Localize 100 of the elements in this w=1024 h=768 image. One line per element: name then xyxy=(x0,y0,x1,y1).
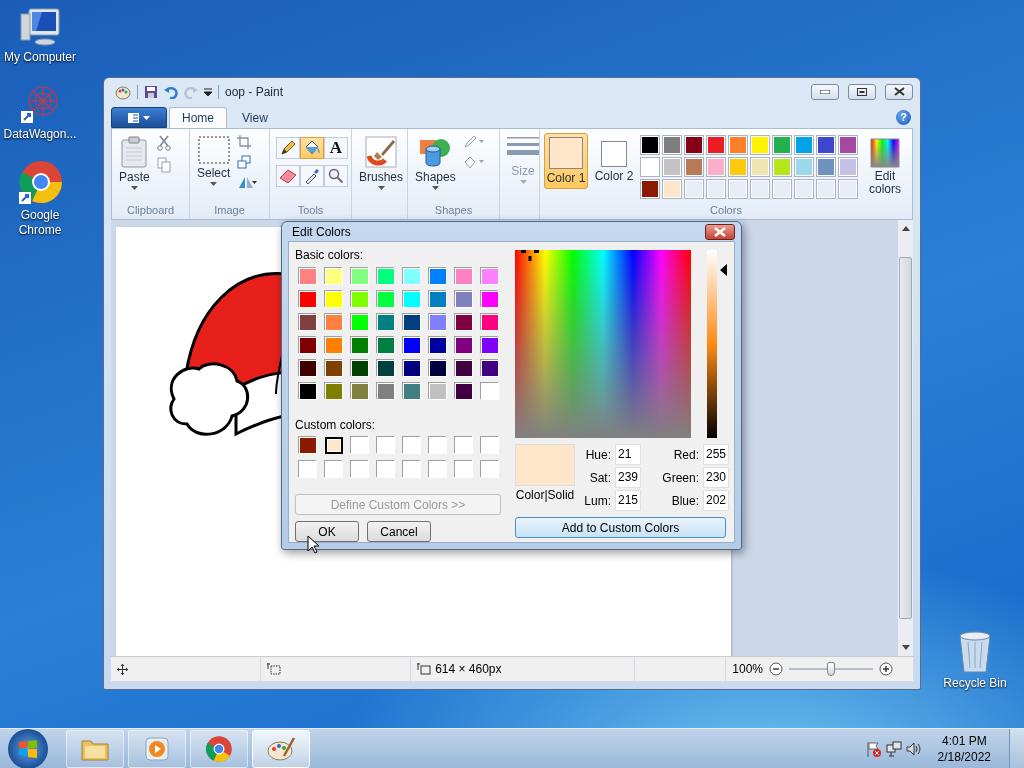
input-field[interactable]: 230 xyxy=(703,467,729,488)
desktop-icon-label[interactable]: Recycle Bin xyxy=(938,676,1012,691)
chrome-taskbar-button[interactable] xyxy=(190,729,248,768)
brushes-button[interactable]: Brushes xyxy=(356,133,407,193)
maximize-button[interactable] xyxy=(848,83,876,100)
dropdown-caret-icon[interactable] xyxy=(204,87,212,96)
basic-color-swatch[interactable] xyxy=(481,360,499,377)
chrome-icon[interactable] xyxy=(17,160,63,206)
explorer-taskbar-button[interactable] xyxy=(66,729,124,768)
basic-color-swatch[interactable] xyxy=(351,337,369,354)
basic-color-swatch[interactable] xyxy=(455,337,473,354)
select-button[interactable]: Select xyxy=(194,133,234,189)
palette-swatch[interactable] xyxy=(728,157,748,177)
zoom-slider-thumb[interactable] xyxy=(827,662,835,676)
basic-color-swatch[interactable] xyxy=(299,314,317,331)
input-field[interactable]: 215 xyxy=(615,490,641,511)
palette-swatch[interactable] xyxy=(662,135,682,155)
empty-palette-slot[interactable] xyxy=(772,179,792,199)
basic-color-swatch[interactable] xyxy=(325,314,343,331)
basic-color-swatch[interactable] xyxy=(351,291,369,308)
basic-color-swatch[interactable] xyxy=(377,291,395,308)
basic-color-swatch[interactable] xyxy=(325,360,343,377)
start-button[interactable] xyxy=(8,728,48,768)
palette-swatch[interactable] xyxy=(706,157,726,177)
palette-swatch[interactable] xyxy=(772,157,792,177)
input-field[interactable]: 239 xyxy=(615,467,641,488)
basic-color-swatch[interactable] xyxy=(481,337,499,354)
basic-color-swatch[interactable] xyxy=(325,383,343,400)
empty-palette-slot[interactable] xyxy=(706,179,726,199)
save-icon[interactable] xyxy=(144,84,158,99)
basic-color-swatch[interactable] xyxy=(351,383,369,400)
luminosity-arrow-icon[interactable] xyxy=(720,263,727,276)
eraser-tool-button[interactable] xyxy=(276,165,300,187)
palette-swatch[interactable] xyxy=(640,179,660,199)
basic-color-swatch[interactable] xyxy=(429,314,447,331)
input-field[interactable]: 21 xyxy=(615,444,641,465)
basic-color-swatch[interactable] xyxy=(351,314,369,331)
basic-color-swatch[interactable] xyxy=(325,337,343,354)
basic-color-swatch[interactable] xyxy=(455,383,473,400)
palette-swatch[interactable] xyxy=(816,135,836,155)
basic-color-swatch[interactable] xyxy=(429,360,447,377)
close-button[interactable] xyxy=(885,83,913,100)
basic-color-swatch[interactable] xyxy=(351,360,369,377)
palette-swatch[interactable] xyxy=(794,157,814,177)
desktop-icon-label[interactable]: My Computer xyxy=(3,50,77,65)
flag-icon[interactable] xyxy=(865,740,882,757)
hue-saturation-spectrum[interactable] xyxy=(515,250,691,438)
empty-palette-slot[interactable] xyxy=(728,179,748,199)
scroll-down-icon[interactable] xyxy=(901,645,910,650)
palette-swatch[interactable] xyxy=(838,157,858,177)
palette-icon[interactable] xyxy=(115,83,131,100)
copy-icon[interactable] xyxy=(156,157,171,173)
basic-color-swatch[interactable] xyxy=(481,314,499,331)
basic-color-swatch[interactable] xyxy=(429,337,447,354)
crop-icon[interactable] xyxy=(237,135,252,149)
basic-color-swatch[interactable] xyxy=(403,291,421,308)
basic-color-swatch[interactable] xyxy=(455,291,473,308)
network-icon[interactable] xyxy=(885,740,902,757)
basic-color-swatch[interactable] xyxy=(377,337,395,354)
basic-color-swatch[interactable] xyxy=(481,383,499,400)
basic-color-swatch[interactable] xyxy=(403,383,421,400)
media-taskbar-button[interactable] xyxy=(128,729,186,768)
basic-color-swatch[interactable] xyxy=(429,268,447,285)
basic-color-swatch[interactable] xyxy=(299,268,317,285)
shapes-button[interactable]: Shapes xyxy=(412,133,459,193)
fill-tool-button[interactable] xyxy=(300,137,324,159)
basic-color-swatch[interactable] xyxy=(455,314,473,331)
basic-color-swatch[interactable] xyxy=(481,268,499,285)
palette-swatch[interactable] xyxy=(816,157,836,177)
custom-color-swatch[interactable] xyxy=(325,437,343,454)
desktop-icon-label[interactable]: Google Chrome xyxy=(3,208,77,238)
computer-icon[interactable] xyxy=(19,6,61,48)
outline-pen-icon[interactable] xyxy=(462,135,485,149)
basic-color-swatch[interactable] xyxy=(403,360,421,377)
basic-color-swatch[interactable] xyxy=(299,360,317,377)
palette-swatch[interactable] xyxy=(772,135,792,155)
fill-bucket-icon[interactable] xyxy=(462,155,485,169)
basic-color-swatch[interactable] xyxy=(403,268,421,285)
palette-swatch[interactable] xyxy=(684,157,704,177)
ribbon-tab[interactable]: View xyxy=(229,107,281,128)
palette-swatch[interactable] xyxy=(750,157,770,177)
zoom-slider[interactable] xyxy=(789,661,873,677)
paint-taskbar-button[interactable] xyxy=(252,729,310,768)
recycle-bin-icon[interactable] xyxy=(956,630,994,674)
palette-swatch[interactable] xyxy=(706,135,726,155)
palette-swatch[interactable] xyxy=(794,135,814,155)
magnifier-tool-button[interactable] xyxy=(324,165,348,187)
color-1-button[interactable]: Color 1 xyxy=(544,133,588,189)
pencil-tool-button[interactable] xyxy=(276,137,300,159)
show-desktop-button[interactable] xyxy=(1009,728,1024,768)
basic-color-swatch[interactable] xyxy=(455,268,473,285)
ribbon-tab[interactable]: Home xyxy=(169,107,227,128)
undo-icon[interactable] xyxy=(164,84,178,99)
empty-palette-slot[interactable] xyxy=(838,179,858,199)
empty-palette-slot[interactable] xyxy=(794,179,814,199)
clock-date[interactable]: 2/18/2022 xyxy=(937,748,991,765)
basic-color-swatch[interactable] xyxy=(377,268,395,285)
empty-palette-slot[interactable] xyxy=(816,179,836,199)
basic-color-swatch[interactable] xyxy=(455,360,473,377)
basic-color-swatch[interactable] xyxy=(377,314,395,331)
